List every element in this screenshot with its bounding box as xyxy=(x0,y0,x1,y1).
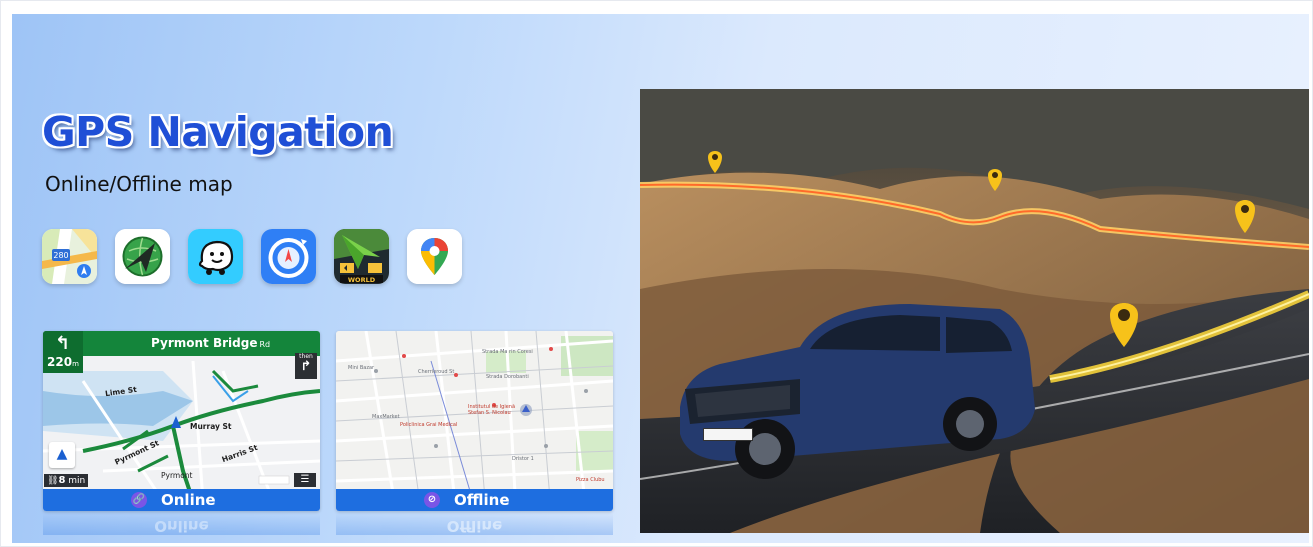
road-suffix: Rd xyxy=(259,340,271,349)
road-name: Pyrmont Bridge xyxy=(151,336,258,350)
waze-icon[interactable] xyxy=(188,229,243,284)
map-place-label: Policlinica Grai Medical xyxy=(400,422,458,428)
map-place-label: Pizza Clubu xyxy=(576,477,605,483)
svg-text:280: 280 xyxy=(53,251,68,260)
sygic-world-label: WORLD xyxy=(348,276,376,284)
navitel-icon[interactable] xyxy=(115,229,170,284)
google-maps-icon[interactable] xyxy=(407,229,462,284)
app-icon-row: 280 WORLD xyxy=(42,229,462,284)
map-place-label: Institutul de Igienă Stefan S. Nicolau xyxy=(468,404,516,416)
page-title: GPS Navigation xyxy=(42,108,394,156)
online-label: Online xyxy=(161,491,216,509)
turn-distance: 220 xyxy=(47,355,73,369)
online-reflection: Online xyxy=(43,513,320,535)
street-label: Murray St xyxy=(190,422,232,431)
link-icon: 🔗 xyxy=(131,492,147,508)
unlink-icon: ⊘ xyxy=(424,492,440,508)
navi-compass-icon[interactable] xyxy=(261,229,316,284)
online-map-card[interactable]: Pyrmont Bridge Rd ↰ 220m then ↱ Lime St M… xyxy=(43,331,320,511)
online-mode-button[interactable]: 🔗 Online xyxy=(43,489,320,511)
turn-unit: m xyxy=(72,360,79,368)
page-subtitle: Online/Offline map xyxy=(45,172,233,196)
banner-panel: GPS Navigation Online/Offline map 280 WO… xyxy=(12,14,1309,543)
road-scene xyxy=(640,89,1309,533)
sygic-world-icon[interactable]: WORLD xyxy=(334,229,389,284)
hero-image xyxy=(640,89,1309,533)
offline-label: Offline xyxy=(454,491,510,509)
offline-map-canvas xyxy=(336,331,613,511)
map-place-label: Mini Bazar xyxy=(348,365,375,371)
map-place-label: Cherrieroud St xyxy=(418,369,455,375)
map-place-label: Strada Ma rin Coresi xyxy=(482,349,533,355)
turn-instruction: ↰ 220m xyxy=(43,331,83,373)
offline-mode-button[interactable]: ⊘ Offline xyxy=(336,489,613,511)
eta-box: ⛓8 min xyxy=(44,474,89,487)
street-label: Pyrmont xyxy=(161,471,193,480)
then-box: then ↱ xyxy=(295,353,317,379)
license-plate xyxy=(703,428,753,441)
apple-maps-icon[interactable]: 280 xyxy=(42,229,97,284)
offline-reflection: Offline xyxy=(336,513,613,535)
map-place-label: Dristor 1 xyxy=(512,456,534,462)
map-place-label: Strada Dorobanti xyxy=(486,374,529,380)
eta-unit: min xyxy=(68,476,86,486)
compass-button[interactable]: ▲ xyxy=(49,442,75,468)
nav-header: Pyrmont Bridge Rd xyxy=(43,331,320,356)
map-place-label: MaxMarket xyxy=(372,414,400,420)
menu-icon[interactable]: ☰ xyxy=(294,473,316,487)
turn-right-icon: ↱ xyxy=(300,359,312,374)
turn-left-icon: ↰ xyxy=(55,333,71,354)
offline-map-card[interactable]: Strada Ma rin Coresi Strada Dorobanti In… xyxy=(336,331,613,511)
eta-value: 8 xyxy=(58,475,66,486)
